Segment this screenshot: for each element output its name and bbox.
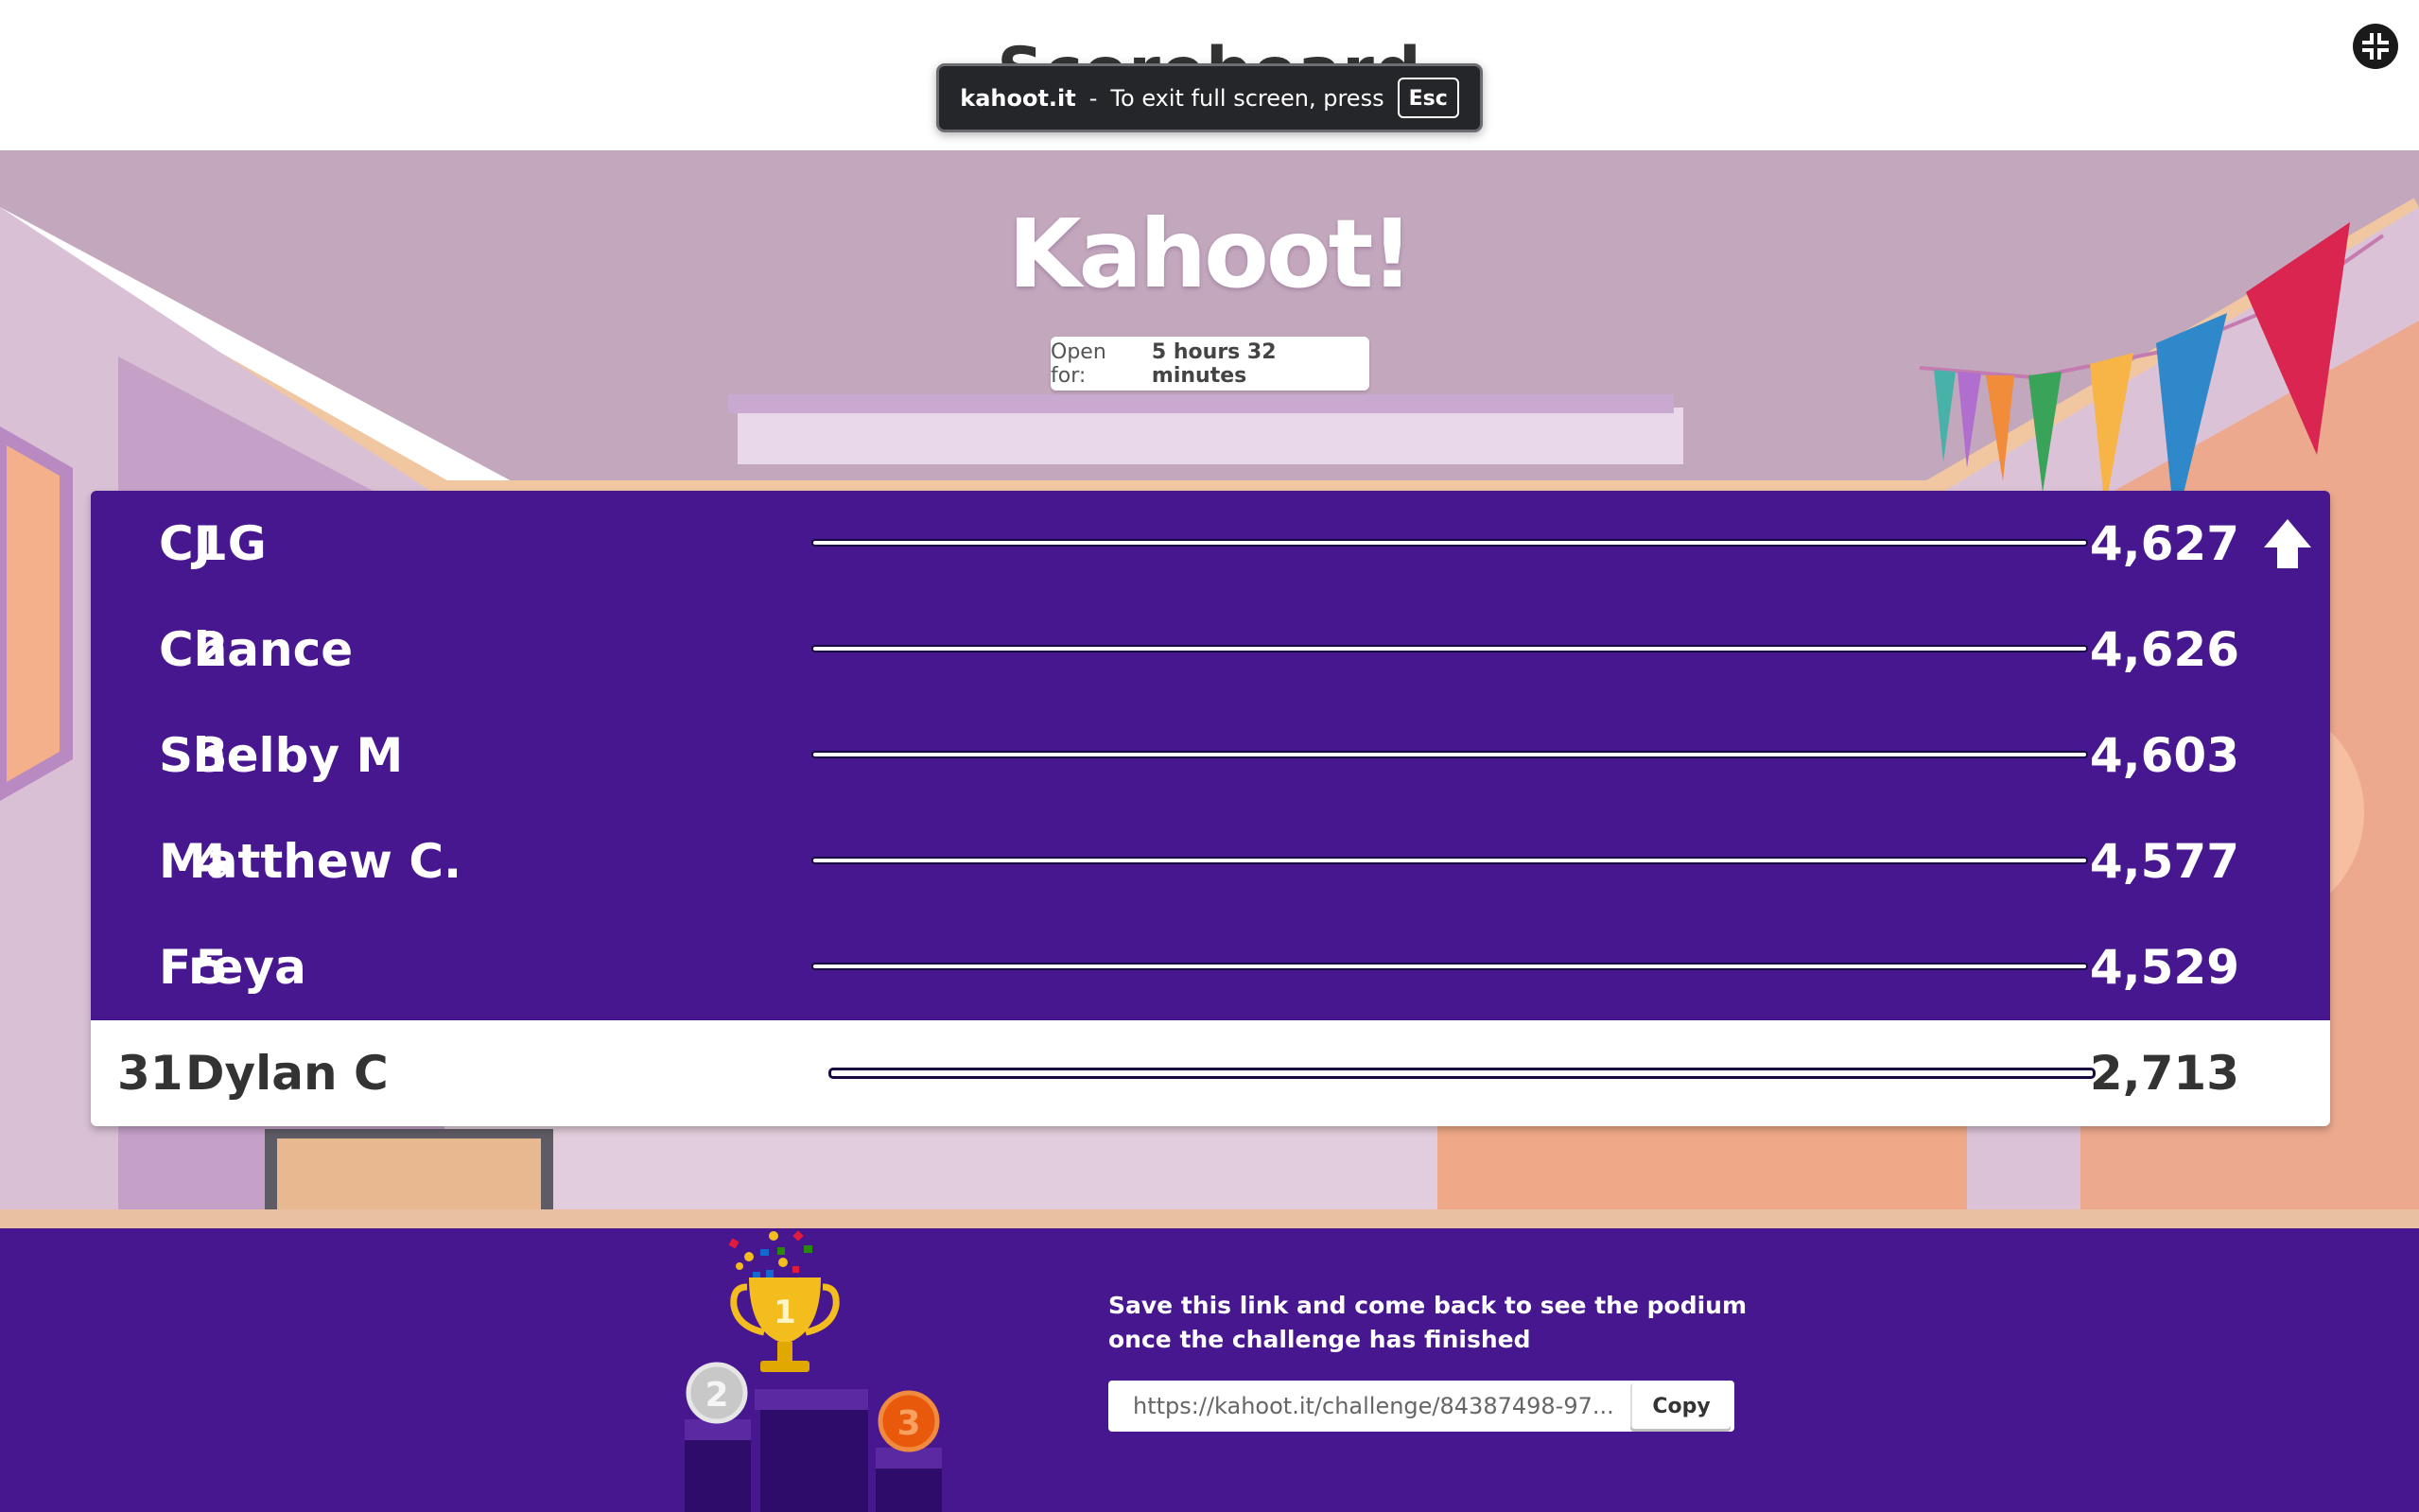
footer: 1 2 3 Save this link and come back to se…: [0, 1228, 2419, 1512]
score-progress-bar: [811, 857, 2088, 864]
challenge-link-text[interactable]: https://kahoot.it/challenge/84387498-97.…: [1108, 1393, 1630, 1419]
save-link-message-line1: Save this link and come back to see the …: [1108, 1292, 1747, 1319]
fullscreen-notice-text: To exit full screen, press: [1110, 84, 1384, 112]
leaderboard-row: 3 Shelby M 4,603: [91, 703, 2330, 808]
trophy-number: 1: [774, 1294, 796, 1331]
copy-link-button[interactable]: Copy: [1630, 1383, 1731, 1429]
fullscreen-notice: kahoot.it - To exit full screen, press E…: [936, 63, 1483, 132]
leaderboard: 1 CJ G 4,627 2 Chance 4,626 3 Shelby M 4…: [91, 491, 2330, 1126]
player-name: Matthew C.: [159, 834, 462, 889]
player-score: 4,626: [2089, 622, 2239, 677]
fullscreen-notice-site: kahoot.it: [960, 84, 1076, 112]
open-for-label: Open for:: [1051, 339, 1106, 388]
score-progress-bar: [811, 539, 2088, 547]
bronze-medal-number: 3: [896, 1404, 920, 1443]
exit-fullscreen-button[interactable]: [2353, 24, 2398, 69]
score-progress-bar: [811, 751, 2088, 758]
confetti: [728, 1230, 812, 1279]
player-name: Freya: [159, 940, 306, 995]
leaderboard-row: 1 CJ G 4,627: [91, 491, 2330, 597]
current-player-score: 2,713: [2089, 1046, 2239, 1101]
exit-fullscreen-icon: [2362, 33, 2389, 60]
save-link-message: Save this link and come back to see the …: [1108, 1289, 1770, 1357]
open-for-badge: Open for: 5 hours 32 minutes: [1051, 337, 1369, 391]
player-score: 4,603: [2089, 728, 2239, 783]
challenge-link-field: https://kahoot.it/challenge/84387498-97.…: [1108, 1381, 1734, 1432]
leaderboard-row: 5 Freya 4,529: [91, 914, 2330, 1020]
player-score: 4,577: [2089, 834, 2239, 889]
rank-up-arrow-icon: [2264, 519, 2311, 568]
esc-key-hint: Esc: [1397, 78, 1459, 118]
save-link-message-line2: once the challenge has finished: [1108, 1326, 1531, 1353]
top-header: Scoreboard kahoot.it - To exit full scre…: [0, 0, 2419, 150]
trophy-icon: 1: [730, 1277, 840, 1372]
score-progress-bar: [811, 645, 2088, 652]
fullscreen-notice-separator: -: [1088, 84, 1098, 112]
leaderboard-row: 4 Matthew C. 4,577: [91, 808, 2330, 914]
player-name: Shelby M: [159, 728, 404, 783]
silver-medal-number: 2: [705, 1376, 728, 1415]
current-player-rank: 31: [117, 1046, 183, 1101]
leaderboard-row: 2 Chance 4,626: [91, 597, 2330, 703]
current-player-row: 31 Dylan C 2,713: [91, 1020, 2330, 1126]
current-player-progress-bar: [828, 1068, 2096, 1079]
player-score: 4,627: [2089, 516, 2239, 571]
player-name: CJ G: [159, 516, 267, 571]
score-progress-bar: [811, 963, 2088, 970]
current-player-name: Dylan C: [185, 1046, 389, 1101]
open-for-value: 5 hours 32 minutes: [1151, 339, 1277, 388]
podium-illustration: 1 2 3: [685, 1230, 942, 1512]
player-name: Chance: [159, 622, 354, 677]
player-score: 4,529: [2089, 940, 2239, 995]
kahoot-logo: Kahoot!: [1008, 199, 1414, 309]
